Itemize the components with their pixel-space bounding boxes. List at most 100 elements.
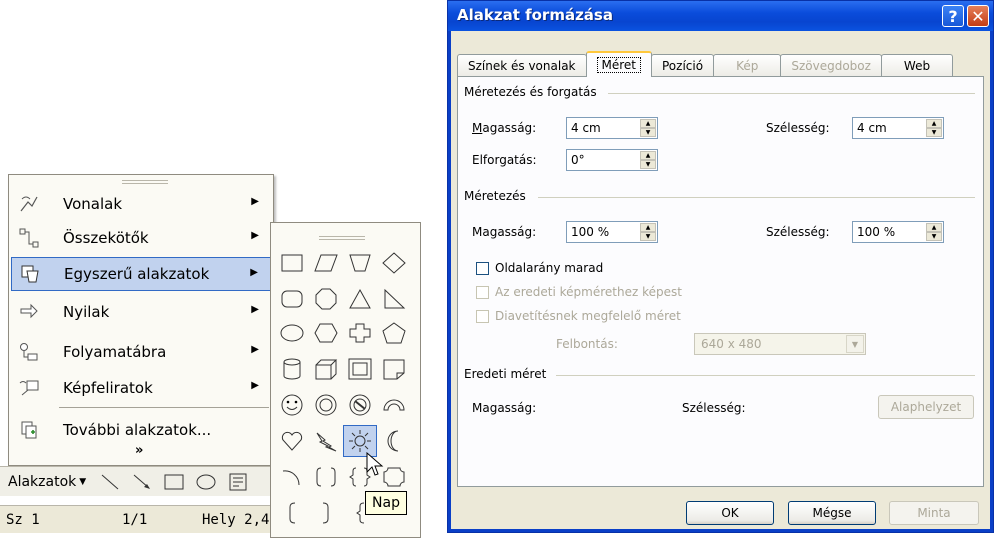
- rectangle-tool-button[interactable]: [162, 471, 186, 493]
- mouse-pointer-icon: [366, 451, 384, 481]
- menu-item-callouts[interactable]: Képfeliratok ▶: [11, 371, 271, 405]
- spin-down-icon[interactable]: ▼: [926, 232, 942, 241]
- rotation-label: Elforgatás:: [472, 153, 537, 167]
- rotation-spinner[interactable]: ▲▼: [566, 149, 658, 171]
- parallelogram-shape[interactable]: [309, 247, 343, 279]
- submenu-arrow-icon: ▶: [251, 230, 259, 241]
- donut-shape[interactable]: [309, 389, 343, 421]
- relative-original-checkbox[interactable]: Az eredeti képmérethez képest: [476, 285, 682, 299]
- scale-height-spinner[interactable]: ▲▼: [566, 221, 658, 243]
- scale-width-spinner[interactable]: ▲▼: [852, 221, 944, 243]
- autoshapes-button[interactable]: Alakzatok ▼: [4, 472, 90, 492]
- spin-down-icon[interactable]: ▼: [640, 232, 656, 241]
- spin-up-icon[interactable]: ▲: [926, 119, 942, 128]
- oval-tool-button[interactable]: [194, 471, 218, 493]
- right-bracket-shape[interactable]: [309, 497, 343, 529]
- menu-item-lines[interactable]: Vonalak ▶: [11, 187, 271, 221]
- dropdown-arrow-icon: ▼: [79, 476, 87, 487]
- original-size-group-label: Eredeti méret: [464, 367, 547, 381]
- smiley-face-shape[interactable]: [275, 389, 309, 421]
- tab-textbox[interactable]: Szövegdoboz: [780, 54, 882, 77]
- dropdown-arrow-icon[interactable]: ▼: [846, 335, 864, 353]
- original-width-label: Szélesség:: [682, 401, 746, 415]
- palette-drag-grip[interactable]: [319, 236, 365, 240]
- heart-shape[interactable]: [275, 425, 309, 457]
- triangle-shape[interactable]: [343, 283, 377, 315]
- rectangle-shape[interactable]: [275, 247, 309, 279]
- cube-shape[interactable]: [309, 353, 343, 385]
- section-indicator: Sz 1: [6, 512, 40, 528]
- rounded-rectangle-shape[interactable]: [275, 283, 309, 315]
- bevel-shape[interactable]: [343, 353, 377, 385]
- position-indicator: Hely 2,4: [202, 512, 270, 528]
- tab-colors-lines[interactable]: Színek és vonalak: [457, 54, 587, 77]
- resolution-select[interactable]: 640 x 480 ▼: [694, 333, 866, 355]
- menu-item-block-arrows[interactable]: Nyilak ▶: [11, 295, 271, 329]
- flowchart-icon: [11, 341, 47, 363]
- scale-width-label: Szélesség:: [766, 225, 830, 239]
- folded-corner-shape[interactable]: [377, 353, 411, 385]
- tab-picture[interactable]: Kép: [713, 54, 782, 77]
- group-divider: [608, 93, 975, 94]
- arrow-icon: [133, 474, 151, 489]
- rotation-input[interactable]: [569, 151, 639, 169]
- menu-item-connectors[interactable]: Összekötők ▶: [11, 221, 271, 255]
- trapezoid-shape[interactable]: [343, 247, 377, 279]
- diamond-shape[interactable]: [377, 247, 411, 279]
- cancel-button[interactable]: Mégse: [788, 501, 876, 525]
- reset-button[interactable]: Alaphelyzet: [878, 395, 974, 419]
- tab-size[interactable]: Méret: [585, 51, 652, 77]
- height-input[interactable]: [569, 119, 639, 137]
- lightning-bolt-shape[interactable]: [309, 425, 343, 457]
- hexagon-shape[interactable]: [309, 317, 343, 349]
- spin-down-icon[interactable]: ▼: [640, 128, 656, 137]
- submenu-arrow-icon: ▶: [251, 196, 259, 207]
- textbox-icon: [229, 473, 247, 490]
- width-spinner[interactable]: ▲▼: [852, 117, 944, 139]
- dialog-titlebar[interactable]: Alakzat formázása ? ✕: [448, 1, 993, 31]
- menu-item-flowchart[interactable]: Folyamatábra ▶: [11, 335, 271, 369]
- can-shape[interactable]: [275, 353, 309, 385]
- arc-shape[interactable]: [275, 461, 309, 493]
- spin-up-icon[interactable]: ▲: [640, 223, 656, 232]
- double-bracket-shape[interactable]: [309, 461, 343, 493]
- oval-shape[interactable]: [275, 317, 309, 349]
- scale-width-input[interactable]: [855, 223, 925, 241]
- spin-down-icon[interactable]: ▼: [640, 160, 656, 169]
- menu-item-basic-shapes[interactable]: Egyszerű alakzatok ▶: [11, 257, 271, 291]
- spin-down-icon[interactable]: ▼: [926, 128, 942, 137]
- menu-item-more-shapes[interactable]: További alakzatok...: [11, 413, 271, 447]
- right-triangle-shape[interactable]: [377, 283, 411, 315]
- cross-shape[interactable]: [343, 317, 377, 349]
- arrow-tool-button[interactable]: [130, 471, 154, 493]
- textbox-tool-button[interactable]: [226, 471, 250, 493]
- spin-up-icon[interactable]: ▲: [926, 223, 942, 232]
- tab-strip: Színek és vonalak Méret Pozíció Kép Szöv…: [457, 51, 954, 77]
- lock-aspect-checkbox[interactable]: Oldalarány marad: [476, 261, 603, 275]
- octagon-shape[interactable]: [309, 283, 343, 315]
- rectangle-icon: [164, 474, 184, 489]
- menu-drag-grip[interactable]: [122, 180, 168, 184]
- preview-button[interactable]: Minta: [889, 501, 979, 525]
- shape-tooltip: Nap: [365, 491, 407, 515]
- slideshow-size-checkbox[interactable]: Diavetítésnek megfelelő méret: [476, 309, 681, 323]
- width-input[interactable]: [855, 119, 925, 137]
- help-button[interactable]: ?: [942, 5, 964, 27]
- left-bracket-shape[interactable]: [275, 497, 309, 529]
- close-button[interactable]: ✕: [967, 5, 989, 27]
- spin-up-icon[interactable]: ▲: [640, 119, 656, 128]
- tab-position[interactable]: Pozíció: [651, 54, 715, 77]
- expand-chevron-icon[interactable]: »: [135, 443, 143, 458]
- scale-group-label: Méretezés: [464, 189, 526, 203]
- height-spinner[interactable]: ▲▼: [566, 117, 658, 139]
- scale-height-input[interactable]: [569, 223, 639, 241]
- line-tool-button[interactable]: [98, 471, 122, 493]
- ok-button[interactable]: OK: [686, 501, 774, 525]
- no-symbol-shape[interactable]: [343, 389, 377, 421]
- group-divider: [538, 197, 975, 198]
- size-tab-panel: Méretezés és forgatás Magasság: ▲▼ Széle…: [457, 76, 984, 487]
- tab-web[interactable]: Web: [880, 54, 954, 77]
- block-arc-shape[interactable]: [377, 389, 411, 421]
- spin-up-icon[interactable]: ▲: [640, 151, 656, 160]
- pentagon-shape[interactable]: [377, 317, 411, 349]
